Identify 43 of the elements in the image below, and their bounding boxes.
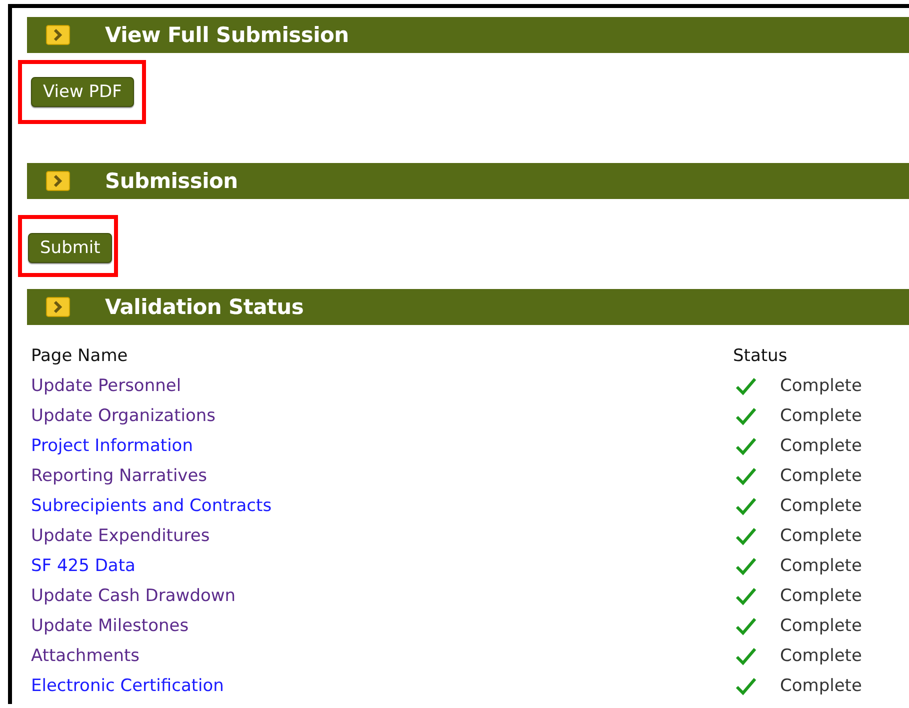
status-text: Complete xyxy=(780,676,862,696)
status-text: Complete xyxy=(780,466,862,486)
action-button[interactable]: View PDF xyxy=(31,77,134,107)
page-link[interactable]: Update Organizations xyxy=(31,406,216,426)
check-icon xyxy=(735,526,757,546)
status-text: Complete xyxy=(780,406,862,426)
chevron-icon[interactable] xyxy=(46,25,70,45)
page-link[interactable]: Update Expenditures xyxy=(31,526,210,546)
section-title: View Full Submission xyxy=(105,23,349,47)
action-button[interactable]: Submit xyxy=(28,233,112,263)
status-text: Complete xyxy=(780,496,862,516)
check-icon xyxy=(735,466,757,486)
status-text: Complete xyxy=(780,526,862,546)
page-link[interactable]: Subrecipients and Contracts xyxy=(31,496,272,516)
page-link[interactable]: Electronic Certification xyxy=(31,676,224,696)
page-link[interactable]: Update Milestones xyxy=(31,616,189,636)
page-link[interactable]: Reporting Narratives xyxy=(31,466,208,486)
check-icon xyxy=(735,436,757,456)
column-header: Status xyxy=(733,346,788,366)
status-text: Complete xyxy=(780,376,862,396)
check-icon xyxy=(735,616,757,636)
status-text: Complete xyxy=(780,556,862,576)
page-link[interactable]: SF 425 Data xyxy=(31,556,136,576)
check-icon xyxy=(735,376,757,396)
page-link[interactable]: Attachments xyxy=(31,646,140,666)
page-link[interactable]: Update Personnel xyxy=(31,376,182,396)
status-text: Complete xyxy=(780,586,862,606)
check-icon xyxy=(735,406,757,426)
check-icon xyxy=(735,586,757,606)
check-icon xyxy=(735,676,757,696)
status-text: Complete xyxy=(780,646,862,666)
chevron-icon[interactable] xyxy=(46,171,70,191)
status-text: Complete xyxy=(780,436,862,456)
check-icon xyxy=(735,646,757,666)
status-text: Complete xyxy=(780,616,862,636)
page-link[interactable]: Project Information xyxy=(31,436,193,456)
section-title: Validation Status xyxy=(105,295,304,319)
check-icon xyxy=(735,496,757,516)
check-icon xyxy=(735,556,757,576)
chevron-icon[interactable] xyxy=(46,297,70,317)
column-header: Page Name xyxy=(31,346,129,366)
section-title: Submission xyxy=(105,169,238,193)
page-link[interactable]: Update Cash Drawdown xyxy=(31,586,236,606)
